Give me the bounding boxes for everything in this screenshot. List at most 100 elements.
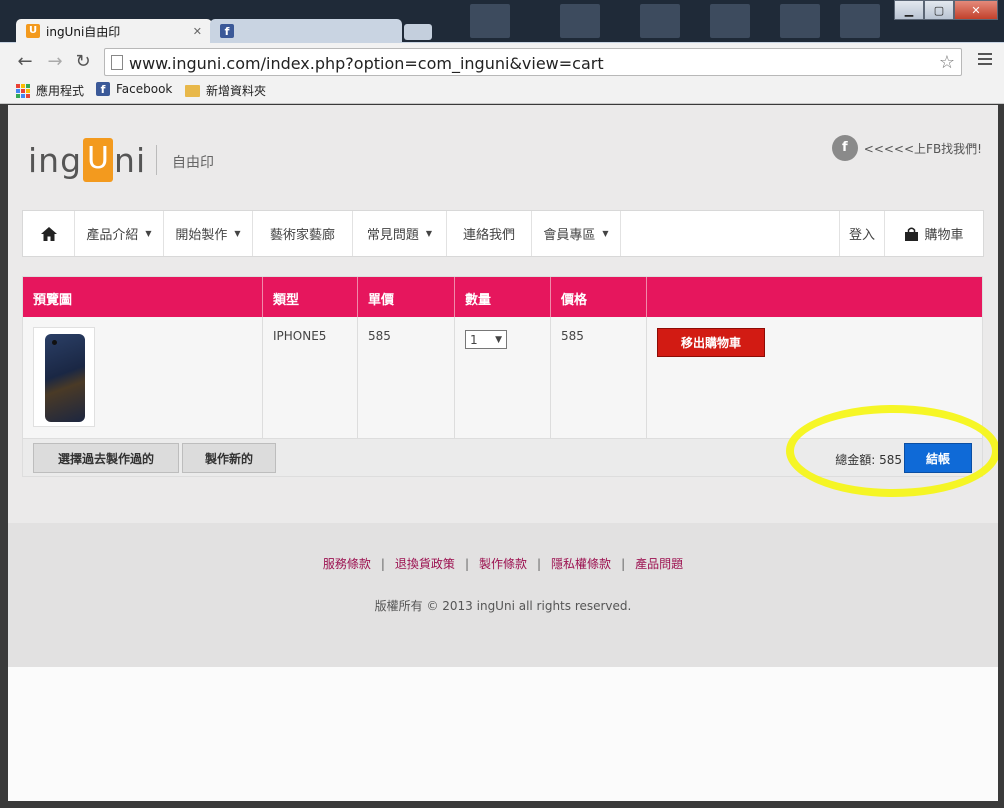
preview-cell [23, 317, 263, 438]
bookmark-apps[interactable]: 應用程式 [16, 82, 84, 99]
tab-inguni[interactable]: U ingUni自由印 ✕ [16, 19, 212, 43]
bookmarks-bar: 應用程式 f Facebook 新增資料夾 [0, 79, 1004, 104]
site-logo[interactable]: ing U ni [28, 137, 146, 183]
cart-table: 預覽圖 類型 單價 數量 價格 IPHONE5 585 1 ▼ 585 移出購物… [22, 276, 983, 477]
logo-subtitle: 自由印 [172, 155, 214, 171]
column-header-type: 類型 [263, 277, 358, 317]
folder-icon [185, 84, 200, 97]
inguni-favicon-icon: U [26, 24, 40, 38]
action-cell: 移出購物車 [647, 317, 982, 438]
nav-label: 常見問題 [366, 228, 419, 243]
close-icon[interactable]: ✕ [193, 25, 202, 38]
nav-label: 連絡我們 [462, 228, 515, 243]
copyright: 版權所有 © 2013 ingUni all rights reserved. [374, 599, 632, 613]
page-content: ing U ni 自由印 f <<<<<上FB找我們! 產品介紹 ▼ 開始製作 ▼ … [8, 105, 998, 801]
column-header-actions [647, 277, 982, 317]
bookmark-label: 新增資料夾 [206, 84, 267, 98]
nav-spacer [621, 211, 840, 256]
fb-link-text: <<<<<上FB找我們! [863, 141, 982, 156]
footer-link-privacy[interactable]: 隱私權條款 [541, 557, 621, 571]
nav-label: 開始製作 [175, 228, 228, 243]
chrome-menu-icon[interactable] [978, 53, 992, 68]
quantity-select[interactable]: 1 ▼ [465, 330, 507, 349]
nav-item-contact[interactable]: 連絡我們 [447, 211, 532, 256]
column-header-price: 價格 [551, 277, 647, 317]
nav-item-members[interactable]: 會員專區 ▼ [532, 211, 621, 256]
facebook-circle-icon: f [831, 135, 858, 161]
bookmark-folder[interactable]: 新增資料夾 [185, 82, 266, 99]
facebook-favicon-icon: f [220, 24, 234, 38]
product-preview-image[interactable] [33, 327, 95, 427]
window-thumbnail [560, 4, 600, 38]
footer-link-product-faq[interactable]: 產品問題 [625, 557, 693, 571]
camera-dot [52, 340, 57, 345]
bookmark-label: Facebook [116, 82, 173, 96]
reload-icon[interactable]: ↻ [72, 51, 94, 73]
price-cell: 585 [551, 317, 647, 438]
column-header-preview: 預覽圖 [23, 277, 263, 317]
dropdown-arrow-icon: ▼ [495, 334, 502, 345]
column-header-quantity: 數量 [455, 277, 551, 317]
forward-arrow-icon[interactable]: → [44, 51, 66, 73]
footer-link-production-terms[interactable]: 製作條款 [469, 557, 537, 571]
logo-u-mark: U [83, 138, 114, 182]
remove-from-cart-button[interactable]: 移出購物車 [657, 328, 765, 357]
nav-item-cart[interactable]: 購物車 [885, 211, 983, 256]
tab-facebook[interactable]: f [210, 19, 402, 43]
phone-case-image [45, 334, 85, 422]
shopping-bag-icon [905, 227, 919, 241]
close-window-button[interactable]: ✕ [954, 0, 998, 20]
caret-down-icon: ▼ [425, 229, 433, 238]
make-new-button[interactable]: 製作新的 [182, 443, 276, 473]
minimize-button[interactable]: ▁ [894, 0, 924, 20]
tab-title: ingUni自由印 [46, 24, 121, 39]
nav-item-login[interactable]: 登入 [840, 211, 885, 256]
nav-label: 會員專區 [543, 228, 596, 243]
footer-link-terms[interactable]: 服務條款 [313, 557, 381, 571]
browser-chrome: ▁ ▢ ✕ U ingUni自由印 ✕ f ← → ↻ www.inguni.c… [0, 0, 1004, 104]
nav-label: 登入 [848, 228, 875, 243]
checkout-button[interactable]: 結帳 [904, 443, 972, 473]
nav-home[interactable] [23, 211, 75, 256]
window-thumbnail [470, 4, 510, 38]
nav-label: 購物車 [924, 228, 964, 243]
new-tab-button[interactable] [404, 24, 432, 40]
footer-link-returns[interactable]: 退換貨政策 [385, 557, 465, 571]
cart-table-header: 預覽圖 類型 單價 數量 價格 [23, 277, 982, 317]
window-thumbnail [710, 4, 750, 38]
nav-label: 藝術家藝廊 [269, 228, 335, 243]
page-icon [111, 55, 123, 70]
back-arrow-icon[interactable]: ← [14, 51, 36, 73]
bookmark-star-icon[interactable]: ☆ [939, 52, 955, 73]
select-past-designs-button[interactable]: 選擇過去製作過的 [33, 443, 179, 473]
apps-grid-icon [16, 83, 30, 98]
nav-item-products[interactable]: 產品介紹 ▼ [75, 211, 164, 256]
logo-text-right: ni [114, 140, 147, 180]
unit-price-cell: 585 [358, 317, 455, 438]
window-thumbnail [640, 4, 680, 38]
home-icon [40, 226, 57, 241]
footer-links: 服務條款 | 退換貨政策 | 製作條款 | 隱私權條款 | 產品問題 [8, 555, 998, 572]
column-header-unit-price: 單價 [358, 277, 455, 317]
fb-link[interactable]: f <<<<<上FB找我們! [831, 135, 982, 161]
caret-down-icon: ▼ [602, 229, 609, 238]
browser-toolbar: ← → ↻ www.inguni.com/index.php?option=co… [0, 43, 1004, 79]
maximize-button[interactable]: ▢ [924, 0, 954, 20]
address-bar[interactable]: www.inguni.com/index.php?option=com_ingu… [104, 48, 962, 76]
window-thumbnail [840, 4, 880, 38]
window-thumbnail [780, 4, 820, 38]
caret-down-icon: ▼ [145, 229, 152, 238]
bookmark-facebook[interactable]: f Facebook [96, 82, 172, 96]
nav-item-artist-gallery[interactable]: 藝術家藝廊 [253, 211, 353, 256]
caret-down-icon: ▼ [234, 229, 241, 238]
main-nav: 產品介紹 ▼ 開始製作 ▼ 藝術家藝廊 常見問題 ▼ 連絡我們 會員專區 ▼ 登入 購物… [22, 210, 984, 257]
logo-text-left: ing [28, 140, 83, 180]
type-cell: IPHONE5 [263, 317, 358, 438]
logo-divider [156, 145, 157, 175]
quantity-cell: 1 ▼ [455, 317, 551, 438]
url-text[interactable]: www.inguni.com/index.php?option=com_ingu… [129, 54, 604, 73]
nav-item-start-making[interactable]: 開始製作 ▼ [164, 211, 253, 256]
bookmark-label: 應用程式 [36, 84, 85, 98]
nav-item-faq[interactable]: 常見問題 ▼ [353, 211, 447, 256]
facebook-icon: f [96, 82, 110, 96]
